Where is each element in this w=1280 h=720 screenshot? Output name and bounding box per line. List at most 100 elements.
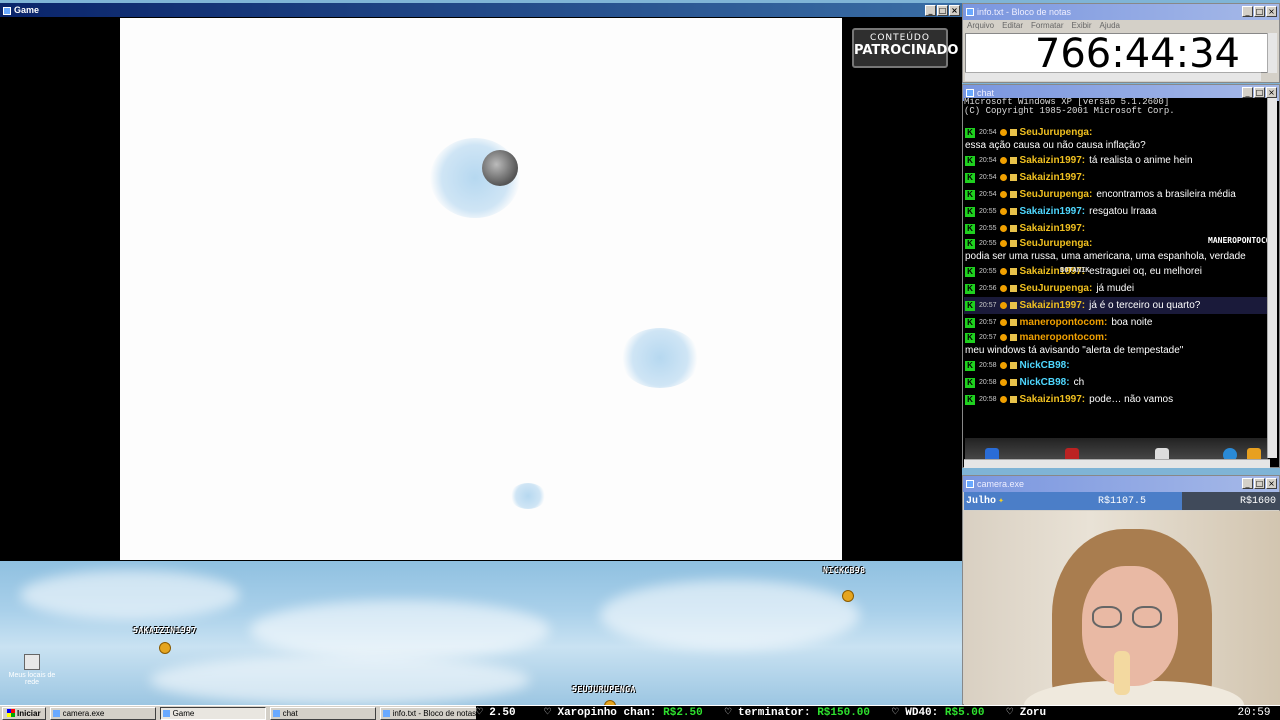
chat-username[interactable]: NickCB98: [1020, 359, 1070, 372]
game-titlebar[interactable]: Game _ □ × [0, 3, 962, 17]
taskbar-item-game[interactable]: Game [159, 706, 266, 720]
sponsored-line2: PATROCINADO [854, 43, 959, 58]
chat-username[interactable]: SeuJurupenga: [1020, 237, 1093, 250]
menu-arquivo[interactable]: Arquivo [967, 20, 994, 32]
close-button[interactable]: × [1266, 87, 1277, 98]
close-button[interactable]: × [1266, 478, 1277, 489]
game-cloud [620, 328, 700, 388]
chat-message: K 20:58 NickCB98: [964, 357, 1268, 374]
desktop-icon-network[interactable]: Meus locais de rede [8, 654, 56, 686]
chat-timestamp: 20:57 [979, 319, 997, 326]
maximize-button[interactable]: □ [1254, 478, 1265, 489]
kick-icon: K [965, 266, 975, 277]
ticker-label: Xaropinho chan: [557, 707, 657, 719]
ticker-entry: ♡ Xaropinho chan: R$2.50 [544, 707, 702, 719]
chat-message: K 20:58 Sakaizin1997: pode… não vamos [964, 391, 1268, 408]
badge-icon [999, 362, 1007, 369]
heart-icon: ♡ [1006, 707, 1020, 719]
chat-text: meu windows tá avisando "alerta de tempe… [965, 345, 1184, 356]
notepad-title: info.txt - Bloco de notas [977, 7, 1072, 17]
chat-message: K 20:54 Sakaizin1997: [964, 169, 1268, 186]
maximize-button[interactable]: □ [1254, 6, 1265, 17]
notepad-vertical-scrollbar[interactable] [1267, 33, 1277, 73]
chat-username[interactable]: SeuJurupenga: [1020, 188, 1093, 201]
maximize-button[interactable]: □ [937, 5, 948, 16]
minimize-button[interactable]: _ [1242, 87, 1253, 98]
timer-text[interactable]: 766:44:34 [965, 33, 1271, 74]
minimize-button[interactable]: _ [1242, 478, 1253, 489]
sponsored-line1: CONTEÚDO [870, 33, 930, 43]
camera-titlebar[interactable]: camera.exe _ □ × [963, 476, 1279, 492]
player-tag-seujurupenga: SEUJURUPENGA [572, 685, 636, 694]
menu-editar[interactable]: Editar [1002, 20, 1023, 32]
kick-icon: K [965, 206, 975, 217]
ticker-entry: ♡ Zoru [1006, 707, 1046, 719]
chat-timestamp: 20:56 [979, 285, 997, 292]
minimize-button[interactable]: _ [925, 5, 936, 16]
console-icon [966, 89, 974, 97]
ticker-entry: ♡ WD40: R$5.00 [892, 707, 984, 719]
overlay-player-tag: MANEROPONTOCOM [1208, 236, 1268, 245]
chat-message: K 20:57 maneropontocom: boa noite [964, 314, 1268, 331]
badge-icon [999, 268, 1007, 275]
chat-text: podia ser uma russa, uma americana, uma … [965, 251, 1246, 262]
player-tag-nick: NICKCB98 [823, 566, 866, 575]
chat-timestamp: 20:54 [979, 191, 997, 198]
chick-badge-icon [1009, 174, 1017, 181]
ticker-label: terminator: [737, 707, 811, 719]
chat-window: chat _ □ × Microsoft Windows XP [versão … [962, 84, 1280, 468]
chick-badge-icon [1009, 191, 1017, 198]
player-tag-sakaizin: SAKAIZIN1997 [133, 626, 197, 635]
chick-badge-icon [1009, 285, 1017, 292]
maximize-button[interactable]: □ [1254, 87, 1265, 98]
badge-icon [999, 379, 1007, 386]
taskbar-item-camera[interactable]: camera.exe [49, 706, 156, 720]
chat-username[interactable]: maneropontocom: [1020, 331, 1108, 344]
chat-message: K 20:57 maneropontocom: meu windows tá avis… [964, 331, 1268, 357]
kick-icon: K [965, 189, 975, 200]
kick-icon: K [965, 300, 975, 311]
chat-vertical-scrollbar[interactable] [1267, 98, 1277, 458]
chat-username[interactable]: SeuJurupenga: [1020, 282, 1093, 295]
chat-text: essa ação causa ou não causa inflação? [965, 140, 1146, 151]
taskbar-item-notepad[interactable]: info.txt - Bloco de notas [379, 706, 486, 720]
chick-badge-icon [1009, 129, 1017, 136]
chat-username[interactable]: Sakaizin1997: [1020, 171, 1086, 184]
chat-username[interactable]: NickCB98: [1020, 376, 1070, 389]
badge-icon [999, 334, 1007, 341]
heart-icon: ♡ [892, 707, 906, 719]
ticker-amount: R$5.00 [944, 707, 985, 719]
ticker-label: WD40: [905, 707, 939, 719]
close-button[interactable]: × [949, 5, 960, 16]
chick-badge-icon [1009, 334, 1017, 341]
chick-badge-icon [1009, 396, 1017, 403]
chat-text: tá realista o anime hein [1089, 155, 1193, 166]
camera-window: camera.exe _ □ × Julho ✦ R$1107.5 R$1600 [962, 475, 1280, 705]
chat-timestamp: 20:54 [979, 174, 997, 181]
chat-message: K 20:57 Sakaizin1997: já é o terceiro ou qu… [964, 297, 1268, 314]
game-canvas[interactable] [120, 18, 842, 560]
chat-username[interactable]: SeuJurupenga: [1020, 126, 1093, 139]
chat-username[interactable]: Sakaizin1997: [1020, 222, 1086, 235]
badge-icon [999, 225, 1007, 232]
notepad-titlebar[interactable]: info.txt - Bloco de notas _ □ × [963, 4, 1279, 20]
chat-horizontal-scrollbar[interactable] [964, 459, 1270, 468]
player-avatar-nick [842, 590, 854, 602]
minimize-button[interactable]: _ [1242, 6, 1253, 17]
chat-username[interactable]: Sakaizin1997: [1020, 154, 1086, 167]
sparkle-icon: ✦ [998, 496, 1005, 507]
chat-body[interactable]: Microsoft Windows XP [versão 5.1.2600] (… [964, 98, 1268, 463]
chat-text: estraguei oq, eu melhorei [1089, 266, 1202, 277]
chat-username[interactable]: Sakaizin1997: [1020, 393, 1086, 406]
kick-icon: K [965, 317, 975, 328]
screen: NICKCB98 SAKAIZIN1997 SEUJURUPENGA Meus … [0, 0, 1280, 720]
taskbar-item-chat[interactable]: chat [269, 706, 376, 720]
chat-text: já mudei [1096, 283, 1135, 294]
close-button[interactable]: × [1266, 6, 1277, 17]
chat-username[interactable]: maneropontocom: [1020, 316, 1108, 329]
chat-username[interactable]: Sakaizin1997: [1020, 299, 1086, 312]
start-button[interactable]: Iniciar [2, 706, 46, 720]
chat-username[interactable]: Sakaizin1997: [1020, 205, 1086, 218]
notepad-horizontal-scrollbar[interactable] [965, 72, 1261, 81]
donation-progress-fill [964, 492, 1183, 510]
